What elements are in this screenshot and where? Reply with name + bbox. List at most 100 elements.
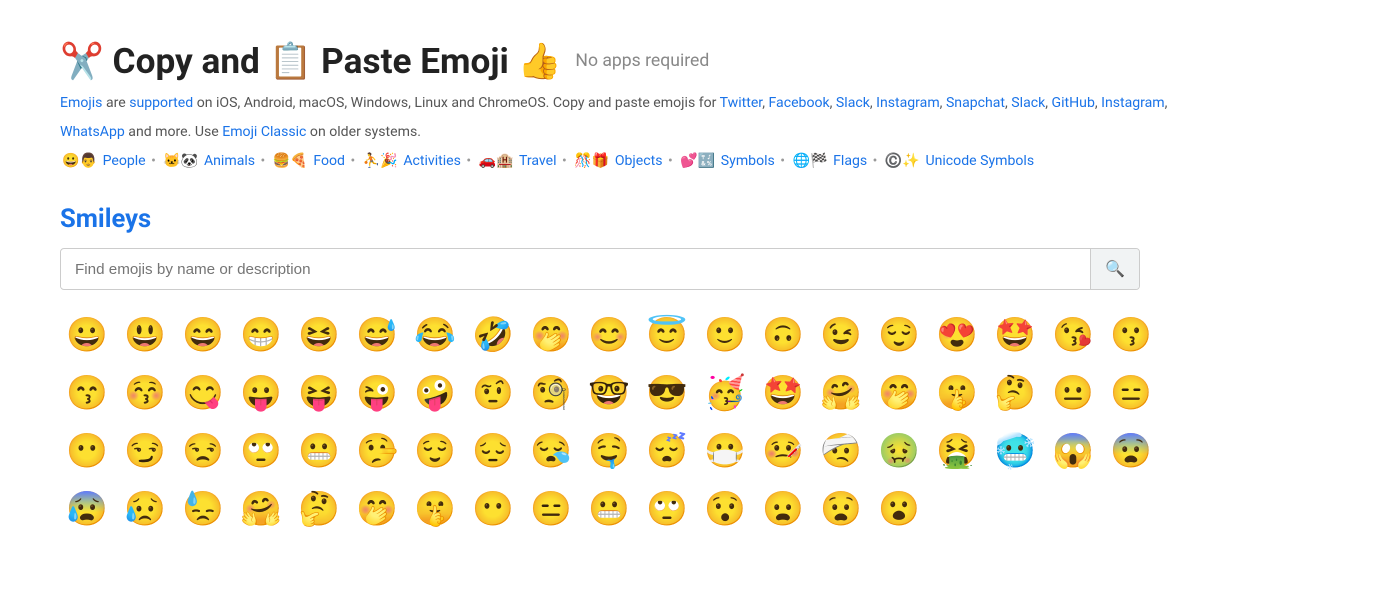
facebook-link[interactable]: Facebook (769, 95, 830, 111)
emoji-smirk[interactable]: 😏 (118, 424, 172, 478)
search-button[interactable]: 🔍 (1090, 249, 1139, 289)
emoji-scream[interactable]: 😱 (1046, 424, 1100, 478)
nav-food-link[interactable]: Food (313, 153, 345, 169)
whatsapp-link[interactable]: WhatsApp (60, 124, 125, 140)
emoji-no-mouth-2[interactable]: 😶 (466, 482, 520, 536)
emoji-relieved-2[interactable]: 😌 (408, 424, 462, 478)
nav-activities-link[interactable]: Activities (403, 153, 461, 169)
emoji-expressionless[interactable]: 😑 (1104, 366, 1158, 420)
emoji-downcast-sweat[interactable]: 😓 (176, 482, 230, 536)
nav-divider-5: • (562, 153, 567, 169)
emoji-partying[interactable]: 🥳 (698, 366, 752, 420)
emoji-face-bandage[interactable]: 🤕 (814, 424, 868, 478)
github-link[interactable]: GitHub (1052, 95, 1095, 111)
emoji-fearful[interactable]: 😨 (1104, 424, 1158, 478)
emoji-winking-tongue[interactable]: 😜 (350, 366, 404, 420)
emoji-hushed[interactable]: 😯 (698, 482, 752, 536)
emoji-hugging-2[interactable]: 🤗 (234, 482, 288, 536)
emoji-cold[interactable]: 🥶 (988, 424, 1042, 478)
emoji-sunglasses[interactable]: 😎 (640, 366, 694, 420)
emoji-classic-link[interactable]: Emoji Classic (222, 124, 306, 140)
emoji-kissing-smiling[interactable]: 😙 (60, 366, 114, 420)
emojis-link[interactable]: Emojis (60, 95, 102, 111)
nav-unicode-link[interactable]: Unicode Symbols (925, 153, 1034, 169)
emoji-raised-eyebrow[interactable]: 🤨 (466, 366, 520, 420)
emoji-drooling[interactable]: 🤤 (582, 424, 636, 478)
emoji-anxious[interactable]: 😰 (60, 482, 114, 536)
emoji-anguished[interactable]: 😧 (814, 482, 868, 536)
emoji-expressionless-2[interactable]: 😑 (524, 482, 578, 536)
emoji-open-mouth[interactable]: 😮 (872, 482, 926, 536)
emoji-relieved[interactable]: 😌 (872, 308, 926, 362)
emoji-heart-eyes[interactable]: 😍 (930, 308, 984, 362)
emoji-hugging[interactable]: 🤗 (814, 366, 868, 420)
emoji-no-mouth[interactable]: 😶 (60, 424, 114, 478)
instagram-link-1[interactable]: Instagram (876, 95, 940, 111)
emoji-stuck-out-tongue[interactable]: 😛 (234, 366, 288, 420)
emoji-nerd[interactable]: 🤓 (582, 366, 636, 420)
emoji-shushing[interactable]: 🤫 (930, 366, 984, 420)
emoji-sweat-smile[interactable]: 😅 (350, 308, 404, 362)
slack-link-2[interactable]: Slack (1011, 95, 1045, 111)
emoji-laughing[interactable]: 😆 (292, 308, 346, 362)
emoji-mask[interactable]: 😷 (698, 424, 752, 478)
emoji-kissing[interactable]: 😗 (1104, 308, 1158, 362)
emoji-grimacing[interactable]: 😬 (292, 424, 346, 478)
emoji-slight-smile[interactable]: 🙂 (698, 308, 752, 362)
emoji-wink[interactable]: 😉 (814, 308, 868, 362)
emoji-yum[interactable]: 😋 (176, 366, 230, 420)
emoji-monocle[interactable]: 🧐 (524, 366, 578, 420)
emoji-unamused[interactable]: 😒 (176, 424, 230, 478)
emoji-frowning[interactable]: 😦 (756, 482, 810, 536)
emoji-star-struck-2[interactable]: 🤩 (756, 366, 810, 420)
emoji-grinning[interactable]: 😀 (60, 308, 114, 362)
emoji-joy[interactable]: 😂 (408, 308, 462, 362)
emoji-roll-eyes[interactable]: 🙄 (234, 424, 288, 478)
emoji-blush[interactable]: 😊 (582, 308, 636, 362)
emoji-sneezing[interactable]: 🤮 (930, 424, 984, 478)
emoji-zany[interactable]: 🤪 (408, 366, 462, 420)
emoji-sleepy[interactable]: 😪 (524, 424, 578, 478)
nav-animals-link[interactable]: Animals (204, 153, 255, 169)
emoji-face-thermometer[interactable]: 🤒 (756, 424, 810, 478)
slack-link-1[interactable]: Slack (836, 95, 870, 111)
nav-divider-4: • (466, 153, 471, 169)
emoji-hand-mouth-2[interactable]: 🤭 (350, 482, 404, 536)
page-title: ✂️ Copy and 📋 Paste Emoji 👍 No apps requ… (60, 40, 1319, 82)
no-apps-label: No apps required (575, 51, 709, 71)
search-input[interactable] (61, 251, 1090, 288)
emoji-kissing-heart[interactable]: 😘 (1046, 308, 1100, 362)
emoji-squinting-tongue[interactable]: 😝 (292, 366, 346, 420)
emoji-tilted-smile[interactable]: 🤭 (524, 308, 578, 362)
nav-travel-link[interactable]: Travel (519, 153, 557, 169)
snapchat-link[interactable]: Snapchat (946, 95, 1005, 111)
emoji-thinking[interactable]: 🤔 (988, 366, 1042, 420)
emoji-hand-mouth[interactable]: 🤭 (872, 366, 926, 420)
emoji-kissing-closed[interactable]: 😚 (118, 366, 172, 420)
emoji-sad-relieved[interactable]: 😥 (118, 482, 172, 536)
emoji-neutral[interactable]: 😐 (1046, 366, 1100, 420)
emoji-grin[interactable]: 😃 (118, 308, 172, 362)
nav-flags-link[interactable]: Flags (833, 153, 867, 169)
nav-people-link[interactable]: People (103, 153, 146, 169)
emoji-nauseated[interactable]: 🤢 (872, 424, 926, 478)
header-description: Emojis are supported on iOS, Android, ma… (60, 92, 1319, 115)
emoji-upside-down[interactable]: 🙃 (756, 308, 810, 362)
emoji-sleeping[interactable]: 😴 (640, 424, 694, 478)
instagram-link-2[interactable]: Instagram (1101, 95, 1165, 111)
emoji-lying[interactable]: 🤥 (350, 424, 404, 478)
supported-link[interactable]: supported (129, 95, 193, 111)
emoji-grimacing-2[interactable]: 😬 (582, 482, 636, 536)
nav-objects-link[interactable]: Objects (615, 153, 663, 169)
emoji-shushing-2[interactable]: 🤫 (408, 482, 462, 536)
emoji-rofl[interactable]: 🤣 (466, 308, 520, 362)
emoji-innocent[interactable]: 😇 (640, 308, 694, 362)
nav-symbols-link[interactable]: Symbols (721, 153, 775, 169)
emoji-roll-eyes-2[interactable]: 🙄 (640, 482, 694, 536)
emoji-star-struck[interactable]: 🤩 (988, 308, 1042, 362)
emoji-beam[interactable]: 😁 (234, 308, 288, 362)
twitter-link[interactable]: Twitter (720, 95, 763, 111)
emoji-big-smile[interactable]: 😄 (176, 308, 230, 362)
emoji-thinking-2[interactable]: 🤔 (292, 482, 346, 536)
emoji-pensive[interactable]: 😔 (466, 424, 520, 478)
